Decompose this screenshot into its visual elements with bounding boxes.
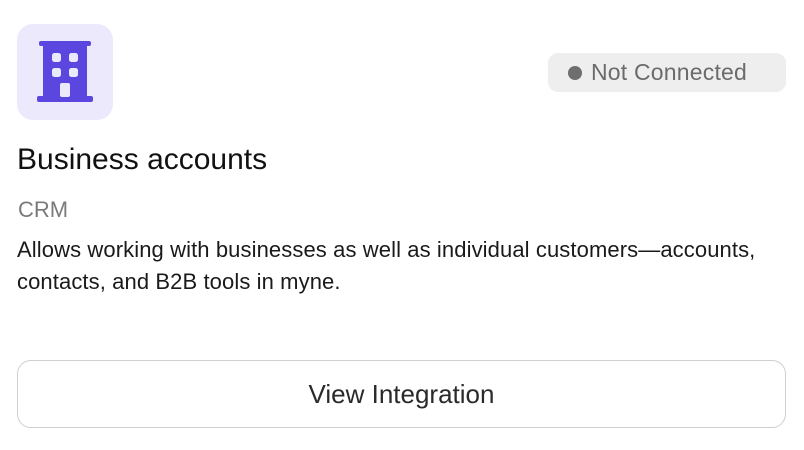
integration-description: Allows working with businesses as well a…	[17, 237, 756, 294]
integration-title: Business accounts	[17, 143, 268, 176]
integration-icon-tile	[17, 24, 113, 120]
status-label: Not Connected	[591, 59, 748, 85]
view-integration-button[interactable]: View Integration	[17, 360, 786, 428]
status-dot-icon	[568, 65, 582, 80]
building-icon	[37, 41, 93, 102]
integration-card: Not Connected Business accounts CRM Allo…	[0, 0, 804, 450]
status-badge: Not Connected	[548, 53, 786, 92]
integration-category: CRM	[18, 197, 69, 222]
